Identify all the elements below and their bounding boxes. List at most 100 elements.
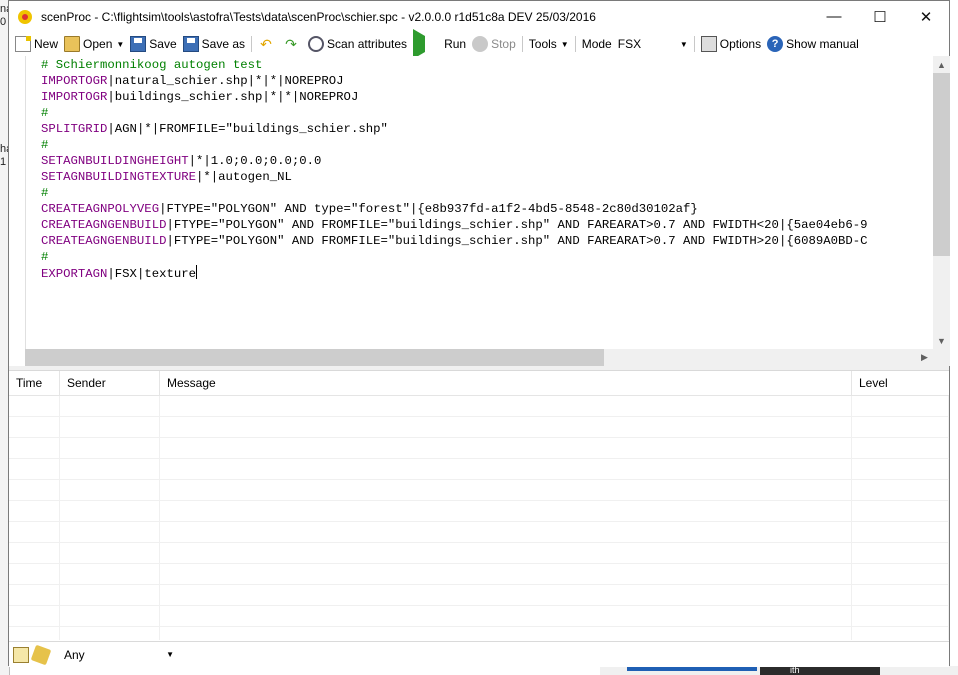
column-header-time[interactable]: Time [9, 371, 60, 395]
script-editor[interactable]: # Schiermonnikoog autogen test IMPORTOGR|… [25, 56, 951, 349]
column-header-level[interactable]: Level [852, 371, 949, 395]
new-button[interactable]: New [12, 33, 61, 55]
log-cell [160, 585, 852, 605]
log-row[interactable] [9, 606, 949, 627]
code-line[interactable]: # [41, 137, 868, 153]
save-button[interactable]: Save [127, 33, 179, 55]
stop-button[interactable]: Stop [469, 33, 519, 55]
title-bar[interactable]: scenProc - C:\flightsim\tools\astofra\Te… [9, 1, 949, 32]
log-row[interactable] [9, 627, 949, 640]
show-manual-button[interactable]: ? Show manual [764, 33, 862, 55]
minimize-button[interactable]: — [811, 1, 857, 32]
toolbar-separator [574, 36, 576, 52]
chevron-down-icon: ▼ [166, 650, 174, 659]
editor-vertical-scrollbar[interactable]: ▲ ▼ [933, 56, 950, 349]
code-arguments: |FTYPE="POLYGON" AND type="forest"|{e8b9… [159, 202, 698, 216]
column-header-message[interactable]: Message [160, 371, 852, 395]
chevron-down-icon: ▼ [560, 39, 569, 49]
log-cell [9, 438, 60, 458]
code-line[interactable]: CREATEAGNGENBUILD|FTYPE="POLYGON" AND FR… [41, 217, 868, 233]
show-manual-label: Show manual [786, 37, 859, 51]
close-button[interactable]: ✕ [903, 1, 949, 32]
scroll-up-icon[interactable]: ▲ [933, 56, 950, 73]
undo-icon: ↶ [260, 36, 272, 52]
chevron-down-icon[interactable]: ▼ [116, 40, 124, 49]
log-cell [160, 627, 852, 640]
stop-icon [472, 36, 489, 52]
open-button[interactable]: Open ▼ [61, 33, 127, 55]
code-line[interactable]: SETAGNBUILDINGTEXTURE|*|autogen_NL [41, 169, 868, 185]
log-row[interactable] [9, 459, 949, 480]
redo-button[interactable]: ↷ [280, 33, 305, 55]
tools-menu[interactable]: Tools ▼ [526, 33, 572, 55]
mode-combo-value: FSX [617, 37, 642, 51]
log-cell [160, 396, 852, 416]
clear-log-icon[interactable] [30, 644, 52, 665]
log-cell [160, 480, 852, 500]
editor-horizontal-scrollbar[interactable]: ▶ [25, 349, 933, 366]
log-row[interactable] [9, 543, 949, 564]
undo-button[interactable]: ↶ [255, 33, 280, 55]
options-button[interactable]: Options [698, 33, 764, 55]
options-button-label: Options [719, 37, 762, 51]
code-line[interactable]: CREATEAGNGENBUILD|FTYPE="POLYGON" AND FR… [41, 233, 868, 249]
log-row[interactable] [9, 480, 949, 501]
code-line[interactable]: IMPORTOGR|buildings_schier.shp|*|*|NOREP… [41, 89, 868, 105]
log-cell [60, 501, 160, 521]
vertical-scroll-thumb[interactable] [933, 73, 950, 256]
redo-icon: ↷ [285, 36, 297, 52]
code-comment: # [41, 138, 49, 152]
log-row[interactable] [9, 564, 949, 585]
log-row[interactable] [9, 585, 949, 606]
log-row[interactable] [9, 417, 949, 438]
code-line[interactable]: # Schiermonnikoog autogen test [41, 57, 868, 73]
code-command: SETAGNBUILDINGTEXTURE [41, 170, 196, 184]
tools-menu-label: Tools [528, 37, 557, 51]
app-icon [17, 9, 33, 25]
scroll-down-icon[interactable]: ▼ [933, 332, 950, 349]
log-row[interactable] [9, 501, 949, 522]
code-line[interactable]: # [41, 249, 868, 265]
maximize-button[interactable]: ☐ [857, 1, 903, 32]
help-icon: ? [767, 36, 784, 52]
toolbar: New Open ▼ Save Save as ↶ ↷ Scan attribu… [9, 29, 949, 59]
log-cell [60, 543, 160, 563]
save-as-button[interactable]: Save as [180, 33, 248, 55]
magnifier-icon [308, 36, 325, 52]
log-cell [852, 564, 949, 584]
folder-icon [64, 36, 81, 52]
run-button-label: Run [444, 37, 467, 51]
log-cell [852, 543, 949, 563]
save-as-icon [182, 36, 199, 52]
window-title: scenProc - C:\flightsim\tools\astofra\Te… [41, 9, 596, 24]
log-cell [60, 480, 160, 500]
level-filter-combo[interactable]: Any ▼ [59, 645, 179, 665]
mode-combo[interactable]: FSX ▼ [615, 33, 691, 55]
scroll-right-icon[interactable]: ▶ [916, 349, 933, 366]
code-line[interactable]: CREATEAGNPOLYVEG|FTYPE="POLYGON" AND typ… [41, 201, 868, 217]
code-line[interactable]: SETAGNBUILDINGHEIGHT|*|1.0;0.0;0.0;0.0 [41, 153, 868, 169]
code-command: CREATEAGNPOLYVEG [41, 202, 160, 216]
log-row[interactable] [9, 438, 949, 459]
level-filter-value: Any [64, 647, 85, 662]
column-header-sender[interactable]: Sender [60, 371, 160, 395]
log-cell [60, 438, 160, 458]
save-as-button-label: Save as [201, 37, 246, 51]
log-file-icon[interactable] [13, 646, 29, 663]
log-row[interactable] [9, 396, 949, 417]
script-code[interactable]: # Schiermonnikoog autogen test IMPORTOGR|… [41, 57, 868, 282]
toolbar-separator [521, 36, 523, 52]
code-line[interactable]: # [41, 185, 868, 201]
log-cell [160, 501, 852, 521]
run-button[interactable]: Run [410, 29, 469, 59]
scan-attributes-button[interactable]: Scan attributes [305, 33, 410, 55]
code-line[interactable]: SPLITGRID|AGN|*|FROMFILE="buildings_schi… [41, 121, 868, 137]
horizontal-scroll-thumb[interactable] [25, 349, 604, 366]
code-arguments: |*|1.0;0.0;0.0;0.0 [188, 154, 322, 168]
log-cell [852, 480, 949, 500]
code-line[interactable]: # [41, 105, 868, 121]
log-row[interactable] [9, 522, 949, 543]
code-line[interactable]: EXPORTAGN|FSX|texture [41, 265, 868, 282]
log-grid[interactable]: Time Sender Message Level [9, 370, 949, 640]
code-line[interactable]: IMPORTOGR|natural_schier.shp|*|*|NOREPRO… [41, 73, 868, 89]
